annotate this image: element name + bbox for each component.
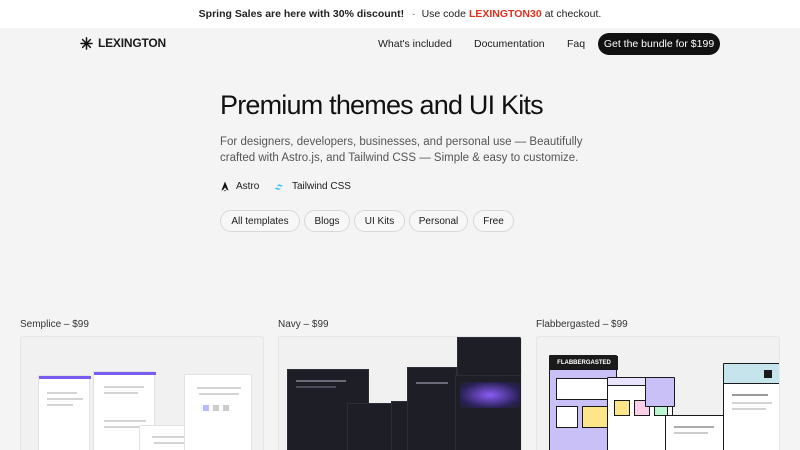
top-nav: LEXINGTON What's included Documentation … (0, 28, 800, 60)
filter-free[interactable]: Free (473, 210, 514, 232)
preview-page (407, 367, 457, 450)
tech-tailwind[interactable]: Tailwind CSS (274, 181, 351, 192)
tailwind-icon (274, 183, 283, 190)
template-card-navy[interactable] (278, 336, 522, 450)
preview-page (645, 377, 675, 407)
hero-subtitle: For designers, developers, businesses, a… (220, 136, 583, 164)
promo-banner: Spring Sales are here with 30% discount!… (0, 0, 800, 28)
preview-page (665, 415, 725, 450)
promo-separator: · (412, 8, 416, 20)
logo[interactable]: LEXINGTON (80, 36, 166, 50)
template-card-semplice[interactable] (20, 336, 264, 450)
preview-page (38, 375, 91, 450)
promo-suffix: at checkout. (544, 8, 602, 20)
tech-label: Tailwind CSS (292, 181, 351, 192)
preview-page (723, 363, 779, 450)
filter-all-templates[interactable]: All templates (220, 210, 300, 232)
nav-link-faq[interactable]: Faq (567, 38, 585, 50)
preview-page (184, 374, 252, 450)
tech-label: Astro (236, 181, 260, 192)
filter-blogs[interactable]: Blogs (304, 210, 350, 232)
nav-link-whats-included[interactable]: What's included (378, 38, 452, 50)
tech-astro[interactable]: Astro (220, 181, 259, 192)
template-label-flabbergasted[interactable]: Flabbergasted – $99 (536, 319, 628, 330)
template-label-semplice[interactable]: Semplice – $99 (20, 319, 89, 330)
page-title: Premium themes and UI Kits (220, 90, 544, 120)
preview-page (347, 403, 397, 450)
logo-text: LEXINGTON (98, 36, 166, 50)
nav-link-documentation[interactable]: Documentation (474, 38, 545, 50)
astro-icon (221, 181, 229, 192)
template-label-navy[interactable]: Navy – $99 (278, 319, 329, 330)
preview-page (455, 375, 521, 450)
promo-headline: Spring Sales are here with 30% discount! (198, 8, 405, 20)
promo-prefix: Use code (421, 8, 466, 20)
preview-title: FLABBERGASTED (550, 356, 618, 370)
filter-personal[interactable]: Personal (409, 210, 468, 232)
get-bundle-button[interactable]: Get the bundle for $199 (598, 33, 720, 55)
filter-ui-kits[interactable]: UI Kits (354, 210, 405, 232)
template-card-flabbergasted[interactable]: FLABBERGASTED (536, 336, 780, 450)
sunburst-icon (80, 36, 93, 50)
promo-code: LEXINGTON30 (468, 8, 542, 20)
